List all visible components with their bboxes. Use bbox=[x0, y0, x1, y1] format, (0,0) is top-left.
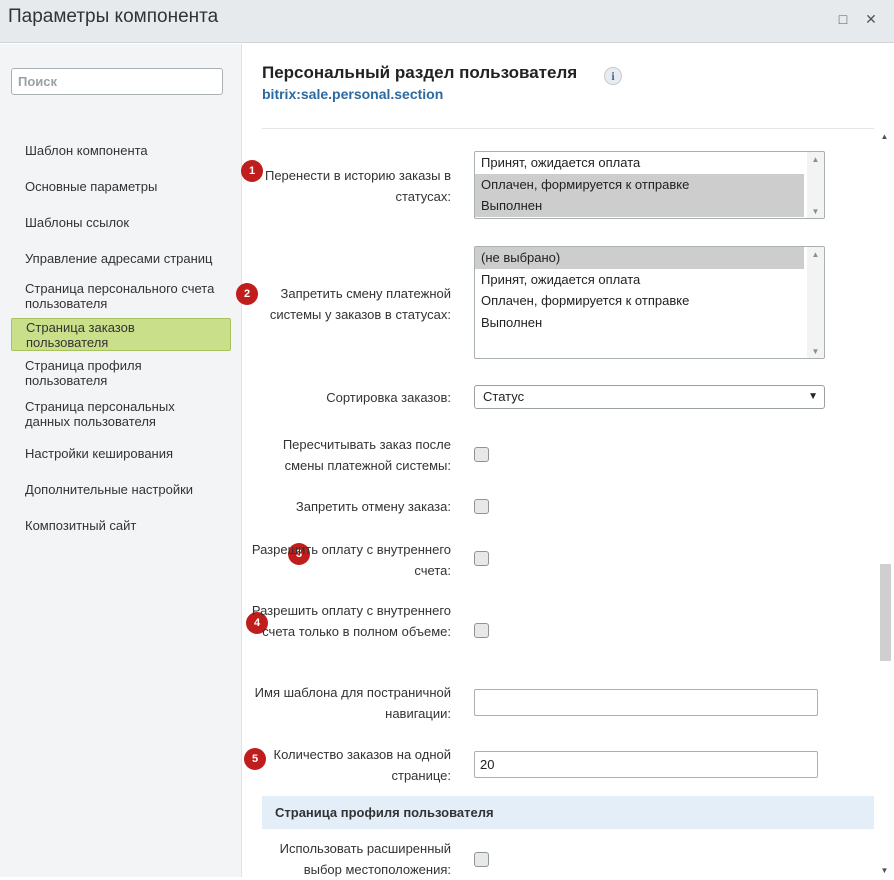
nav-template-label: Имя шаблона для постраничной навигации: bbox=[254, 685, 451, 721]
recalc-order-checkbox[interactable] bbox=[474, 447, 489, 462]
forbid-payment-change-listbox[interactable]: (не выбрано) Принят, ожидается оплата Оп… bbox=[474, 246, 825, 359]
main-panel: Персональный раздел пользователя i bitri… bbox=[236, 44, 894, 877]
listbox-option[interactable]: Принят, ожидается оплата bbox=[475, 152, 804, 174]
history-statuses-listbox[interactable]: Принят, ожидается оплата Оплачен, формир… bbox=[474, 151, 825, 219]
section-header-profile[interactable]: Страница профиля пользователя bbox=[262, 796, 874, 829]
scroll-down-icon[interactable]: ▼ bbox=[807, 347, 824, 356]
sidebar-item-profile-page[interactable]: Страница профиля пользователя bbox=[11, 357, 231, 389]
sidebar-item-composite[interactable]: Композитный сайт bbox=[11, 515, 231, 535]
maximize-icon[interactable]: □ bbox=[835, 11, 851, 27]
search-input[interactable] bbox=[11, 68, 223, 95]
listbox-option[interactable]: (не выбрано) bbox=[475, 247, 804, 269]
sidebar-item-personal-data-page[interactable]: Страница персональных данных пользовател… bbox=[11, 398, 231, 430]
allow-inner-pay-full-label: Разрешить оплату с внутреннего счета тол… bbox=[251, 603, 451, 639]
allow-inner-pay-full-checkbox[interactable] bbox=[474, 623, 489, 638]
extended-location-label: Использовать расширенный выбор местополо… bbox=[279, 841, 451, 877]
scroll-up-icon[interactable]: ▲ bbox=[875, 132, 894, 141]
sort-orders-label: Сортировка заказов: bbox=[326, 390, 451, 405]
sidebar-item-orders-page[interactable]: Страница заказов пользователя bbox=[11, 318, 231, 351]
recalc-order-label: Пересчитывать заказ после смены платежно… bbox=[282, 437, 451, 473]
listbox-option[interactable]: Принят, ожидается оплата bbox=[475, 269, 804, 291]
sort-orders-select[interactable]: Статус ▼ bbox=[474, 385, 825, 409]
listbox-scrollbar[interactable]: ▲ ▼ bbox=[807, 152, 824, 218]
listbox-option[interactable]: Оплачен, формируется к отправке bbox=[475, 290, 804, 312]
sidebar-item-component-template[interactable]: Шаблон компонента bbox=[11, 140, 231, 160]
sidebar-item-account-page[interactable]: Страница персонального счета пользовател… bbox=[11, 280, 231, 312]
scroll-up-icon[interactable]: ▲ bbox=[807, 155, 824, 164]
sidebar: Шаблон компонента Основные параметры Шаб… bbox=[0, 44, 242, 877]
forbid-payment-change-label: Запретить смену платежной системы у зака… bbox=[269, 286, 451, 322]
orders-per-page-label: Количество заказов на одной странице: bbox=[273, 747, 451, 783]
sidebar-item-link-templates[interactable]: Шаблоны ссылок bbox=[11, 212, 231, 232]
listbox-option[interactable]: Выполнен bbox=[475, 195, 804, 217]
close-icon[interactable]: ✕ bbox=[863, 11, 879, 27]
sort-orders-value: Статус bbox=[483, 389, 525, 404]
scrollbar-thumb[interactable] bbox=[880, 564, 891, 661]
window-titlebar: Параметры компонента □ ✕ bbox=[0, 0, 894, 43]
allow-inner-pay-label: Разрешить оплату с внутреннего счета: bbox=[251, 542, 451, 578]
forbid-cancel-checkbox[interactable] bbox=[474, 499, 489, 514]
orders-per-page-input[interactable] bbox=[474, 751, 818, 778]
sidebar-item-additional[interactable]: Дополнительные настройки bbox=[11, 479, 231, 499]
forbid-cancel-label: Запретить отмену заказа: bbox=[295, 499, 451, 514]
info-icon[interactable]: i bbox=[604, 67, 622, 85]
scroll-down-icon[interactable]: ▼ bbox=[807, 207, 824, 216]
sidebar-item-caching[interactable]: Настройки кеширования bbox=[11, 443, 231, 463]
scroll-down-icon[interactable]: ▼ bbox=[875, 866, 894, 875]
sidebar-item-url-management[interactable]: Управление адресами страниц bbox=[11, 248, 231, 268]
sidebar-item-main-params[interactable]: Основные параметры bbox=[11, 176, 231, 196]
scroll-up-icon[interactable]: ▲ bbox=[807, 250, 824, 259]
extended-location-checkbox[interactable] bbox=[474, 852, 489, 867]
component-code: bitrix:sale.personal.section bbox=[262, 86, 444, 102]
header-divider bbox=[262, 128, 874, 129]
allow-inner-pay-checkbox[interactable] bbox=[474, 551, 489, 566]
main-scrollbar[interactable]: ▲ ▼ bbox=[875, 130, 894, 877]
page-title: Персональный раздел пользователя bbox=[262, 63, 578, 82]
nav-template-input[interactable] bbox=[474, 689, 818, 716]
window-title: Параметры компонента bbox=[8, 6, 219, 27]
listbox-option[interactable]: Оплачен, формируется к отправке bbox=[475, 173, 804, 195]
chevron-down-icon: ▼ bbox=[808, 391, 818, 402]
listbox-option[interactable]: Выполнен bbox=[475, 312, 804, 334]
listbox-scrollbar[interactable]: ▲ ▼ bbox=[807, 247, 824, 358]
history-statuses-label: Перенести в историю заказы в статусах: bbox=[264, 168, 451, 204]
